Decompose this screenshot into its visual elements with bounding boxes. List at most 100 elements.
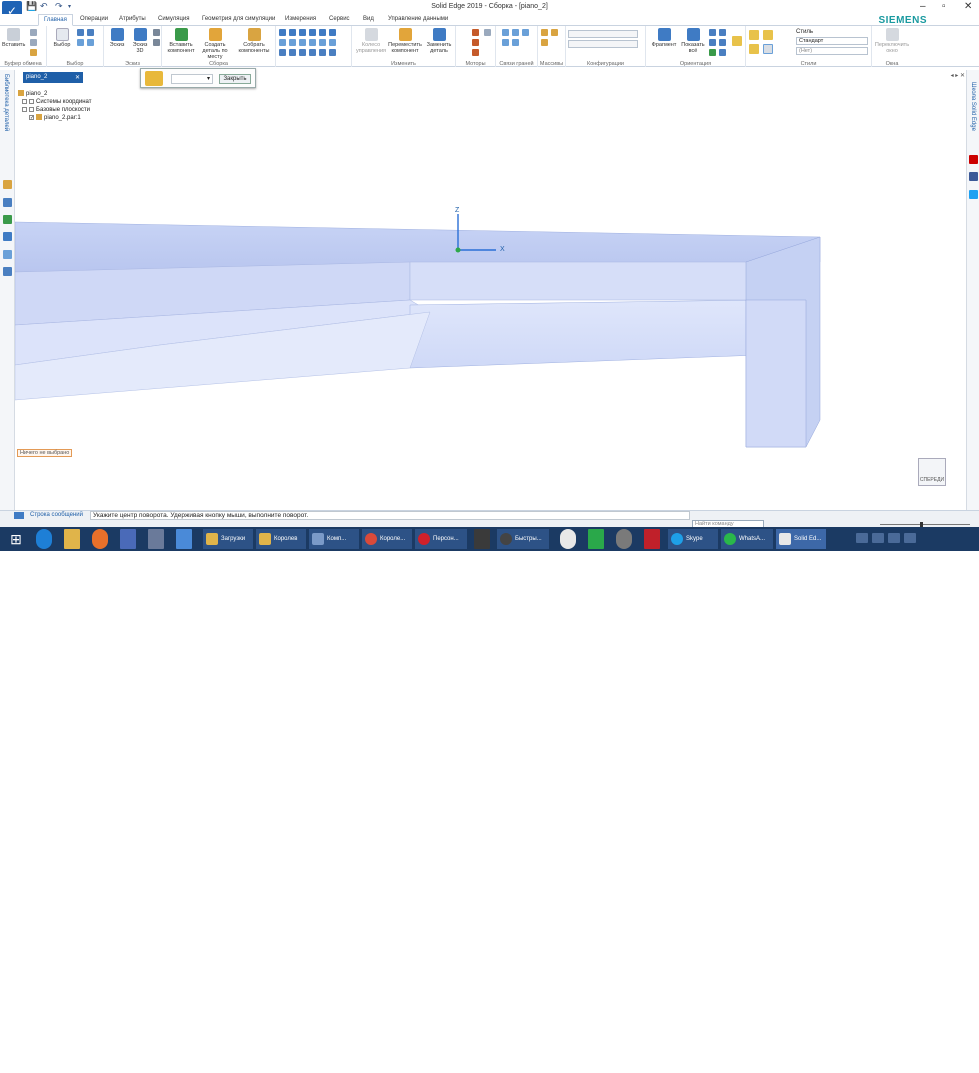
relation-align-icon[interactable]: [289, 29, 296, 36]
volume-icon[interactable]: [888, 533, 900, 543]
relation-delete-icon[interactable]: [329, 49, 336, 56]
insert-component-button[interactable]: Вставить компонент: [165, 28, 197, 54]
relation-gear-icon[interactable]: [299, 39, 306, 46]
command-option-select[interactable]: ▾: [171, 74, 213, 84]
tray-icon[interactable]: [872, 533, 884, 543]
copy-icon[interactable]: [30, 39, 37, 46]
twitter-icon[interactable]: [969, 190, 978, 199]
explorer-icon[interactable]: [64, 529, 80, 549]
relation-rigid-icon[interactable]: [319, 39, 326, 46]
select-tools-icon[interactable]: [87, 39, 94, 46]
fragment-button[interactable]: Фрагмент: [648, 28, 680, 48]
face-relation-icon[interactable]: [512, 39, 519, 46]
firefox-icon[interactable]: [92, 529, 108, 549]
tab-attributes[interactable]: Атрибуты: [119, 16, 146, 22]
tab-view[interactable]: Вид: [363, 16, 374, 22]
zoom-slider[interactable]: [880, 522, 970, 527]
cut-icon[interactable]: [30, 29, 37, 36]
taskbar-solid-edge[interactable]: Solid Ed...: [776, 529, 826, 549]
zoom-icon[interactable]: [709, 29, 716, 36]
view-icon[interactable]: [719, 39, 726, 46]
maximize-icon[interactable]: ▫: [942, 1, 946, 12]
mirror-icon[interactable]: [551, 29, 558, 36]
taskbar-computer[interactable]: Комп...: [309, 529, 359, 549]
chrome-app-icon[interactable]: [560, 529, 576, 549]
tree-root[interactable]: piano_2: [18, 90, 92, 98]
taskbar-skype[interactable]: Skype: [668, 529, 718, 549]
format-painter-icon[interactable]: [30, 49, 37, 56]
style-select[interactable]: Стандарт: [796, 37, 868, 45]
close-tab-icon[interactable]: ✕: [75, 74, 80, 81]
minimize-icon[interactable]: –: [920, 1, 926, 12]
rotate-icon[interactable]: [709, 39, 716, 46]
configuration-select[interactable]: [568, 30, 638, 38]
sensors-icon[interactable]: [3, 215, 12, 224]
relation-show-icon[interactable]: [319, 49, 326, 56]
paste-button[interactable]: Вставить: [2, 28, 25, 48]
mail-icon[interactable]: [120, 529, 136, 549]
taskbar-downloads[interactable]: Загрузки: [203, 529, 253, 549]
sketch-view-icon[interactable]: [709, 49, 716, 56]
switch-window-button[interactable]: Переключить окно: [874, 28, 910, 54]
face-relation-icon[interactable]: [502, 29, 509, 36]
relation-match-icon[interactable]: [309, 39, 316, 46]
style-cube-icon[interactable]: [763, 44, 773, 54]
expand-icon[interactable]: [22, 98, 27, 104]
pattern-along-icon[interactable]: [541, 39, 548, 46]
terminal-icon[interactable]: [474, 529, 490, 549]
face-relation-icon[interactable]: [522, 29, 529, 36]
visibility-checkbox[interactable]: [29, 106, 34, 112]
style-cube-icon[interactable]: [763, 30, 773, 40]
rotate-command-icon[interactable]: [145, 71, 163, 86]
replace-part-button[interactable]: Заменить деталь: [424, 28, 454, 54]
tab-data-management[interactable]: Управление данными: [388, 16, 448, 22]
tree-item-planes[interactable]: Базовые плоскости: [18, 106, 92, 114]
relation-planar-icon[interactable]: [309, 49, 316, 56]
family-icon[interactable]: [3, 250, 12, 259]
motor-icon[interactable]: [472, 29, 479, 36]
taskbar-whatsapp[interactable]: WhatsA...: [721, 529, 773, 549]
network-icon[interactable]: [904, 533, 916, 543]
face-relation-icon[interactable]: [502, 39, 509, 46]
pan-icon[interactable]: [719, 29, 726, 36]
expand-icon[interactable]: [22, 106, 27, 112]
relation-connect-icon[interactable]: [309, 29, 316, 36]
sketch3d-button[interactable]: Эскиз 3D: [129, 28, 151, 54]
visibility-checkbox-checked[interactable]: ✓: [29, 114, 34, 120]
tray-icon[interactable]: [856, 533, 868, 543]
help-icon[interactable]: [3, 232, 12, 241]
style-cube-icon[interactable]: [749, 44, 759, 54]
app-icon[interactable]: [616, 529, 632, 549]
pathfinder-icon[interactable]: [3, 180, 12, 189]
visibility-checkbox[interactable]: [29, 98, 34, 104]
named-views-icon[interactable]: [719, 49, 726, 56]
relation-tangent-icon[interactable]: [329, 29, 336, 36]
document-tab[interactable]: piano_2 ✕: [23, 72, 83, 83]
tab-measure[interactable]: Измерения: [285, 16, 316, 22]
app-icon[interactable]: [176, 529, 192, 549]
motor-edit-icon[interactable]: [484, 29, 491, 36]
notepad-icon[interactable]: [148, 529, 164, 549]
select-mode-icon[interactable]: [77, 29, 84, 36]
grid-icon[interactable]: [3, 267, 12, 276]
close-window-icon[interactable]: ✕: [964, 1, 972, 12]
language-indicator[interactable]: EN: [833, 1050, 841, 1056]
relation-path-icon[interactable]: [279, 49, 286, 56]
tab-tools[interactable]: Сервис: [329, 16, 350, 22]
configuration-select-2[interactable]: [568, 40, 638, 48]
move-component-button[interactable]: Переместить компонент: [388, 28, 422, 54]
start-icon[interactable]: ⊞: [6, 529, 26, 549]
taskbar-korolev-folder[interactable]: Королев: [256, 529, 306, 549]
relation-axial-icon[interactable]: [299, 49, 306, 56]
simulate-icon[interactable]: [472, 39, 479, 46]
gear-wheel-button[interactable]: Колесо управления: [355, 28, 387, 54]
face-relation-icon[interactable]: [512, 29, 519, 36]
show-all-button[interactable]: Показать всё: [678, 28, 708, 54]
relation-parallel-icon[interactable]: [289, 39, 296, 46]
parts-library-label[interactable]: Библиотека деталей: [3, 74, 9, 131]
layers-icon[interactable]: [3, 198, 12, 207]
relation-center-icon[interactable]: [289, 49, 296, 56]
assemble-button[interactable]: Собрать компоненты: [238, 28, 270, 54]
clock[interactable]: 13:18 14.06.2020: [931, 1059, 961, 1073]
edge-icon[interactable]: [36, 529, 52, 549]
